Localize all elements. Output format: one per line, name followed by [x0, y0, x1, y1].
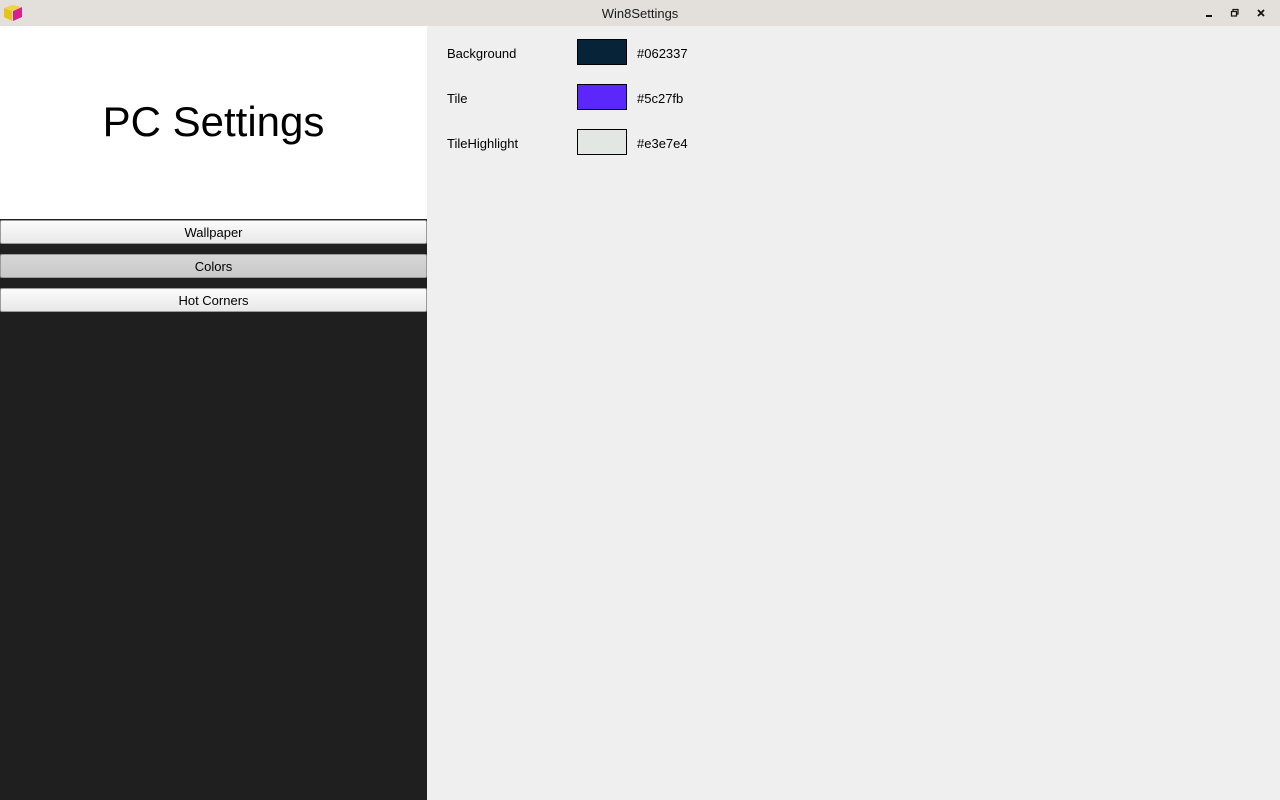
- color-hex: #e3e7e4: [637, 136, 688, 151]
- colors-button[interactable]: Colors: [0, 254, 427, 278]
- minimize-button[interactable]: [1196, 0, 1222, 26]
- color-row-tile-highlight: TileHighlight #e3e7e4: [447, 129, 847, 162]
- color-row-background: Background #062337: [447, 39, 847, 72]
- color-hex: #5c27fb: [637, 91, 684, 106]
- close-button[interactable]: [1248, 0, 1274, 26]
- color-hex: #062337: [637, 46, 688, 61]
- color-row-tile: Tile #5c27fb: [447, 84, 847, 117]
- color-label: Background: [447, 46, 517, 61]
- sidebar-header: PC Settings: [0, 26, 427, 219]
- title-bar: Win8Settings: [0, 0, 1280, 26]
- page-title: PC Settings: [102, 97, 325, 145]
- color-swatch-tile-highlight[interactable]: [577, 129, 627, 155]
- sidebar: PC Settings Wallpaper Colors Hot Corners: [0, 26, 427, 800]
- minimize-icon: [1206, 15, 1212, 17]
- hot-corners-button[interactable]: Hot Corners: [0, 288, 427, 312]
- maximize-button[interactable]: [1222, 0, 1248, 26]
- colors-panel: Background #062337 Tile #5c27fb TileHigh…: [427, 26, 1280, 800]
- close-icon: [1257, 9, 1265, 17]
- window-title: Win8Settings: [601, 5, 679, 21]
- color-swatch-tile[interactable]: [577, 84, 627, 110]
- color-label: TileHighlight: [447, 136, 519, 151]
- restore-icon: [1230, 8, 1239, 17]
- app-logo-icon: [4, 5, 22, 21]
- color-swatch-background[interactable]: [577, 39, 627, 65]
- color-label: Tile: [447, 91, 468, 106]
- wallpaper-button[interactable]: Wallpaper: [0, 220, 427, 244]
- window-controls: [1196, 0, 1274, 26]
